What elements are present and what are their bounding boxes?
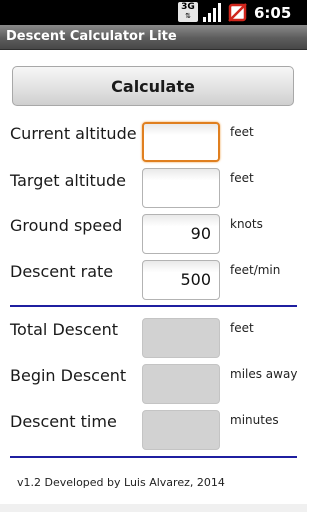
descent-time-label: Descent time: [10, 412, 117, 431]
status-bar: 3G ⇅ 6:05 PM: [0, 0, 307, 42]
total-descent-label: Total Descent: [10, 320, 119, 339]
descent-rate-unit: feet/min: [230, 263, 281, 277]
calculate-button[interactable]: Calculate: [12, 66, 294, 106]
ground-speed-unit: knots: [230, 217, 263, 231]
footer-divider: [10, 456, 297, 458]
total-descent-unit: feet: [230, 321, 254, 335]
network-activity-arrows: ⇅: [185, 12, 191, 20]
app-title: Descent Calculator Lite: [6, 29, 177, 44]
section-divider: [10, 305, 297, 307]
descent-time-unit: minutes: [230, 413, 279, 427]
current-altitude-label: Current altitude: [10, 124, 137, 143]
version-credit: v1.2 Developed by Luis Alvarez, 2014: [17, 476, 225, 489]
title-bar: Descent Calculator Lite: [0, 25, 307, 50]
begin-descent-unit: miles away: [230, 367, 298, 381]
network-type-label: 3G: [181, 2, 195, 12]
3g-icon: 3G ⇅: [178, 2, 198, 22]
bottom-edge: [0, 504, 307, 512]
descent-rate-input[interactable]: 500: [142, 260, 220, 300]
begin-descent-label: Begin Descent: [10, 366, 127, 385]
current-altitude-unit: feet: [230, 125, 254, 139]
ground-speed-input[interactable]: 90: [142, 214, 220, 254]
battery-alert-icon: [228, 3, 247, 22]
target-altitude-label: Target altitude: [10, 171, 126, 190]
target-altitude-input[interactable]: [142, 168, 220, 208]
ground-speed-label: Ground speed: [10, 216, 123, 235]
begin-descent-output: [142, 364, 220, 404]
total-descent-output: [142, 318, 220, 358]
current-altitude-input[interactable]: [142, 122, 220, 162]
descent-time-output: [142, 410, 220, 450]
descent-rate-label: Descent rate: [10, 262, 114, 281]
signal-icon: [203, 3, 221, 22]
target-altitude-unit: feet: [230, 171, 254, 185]
